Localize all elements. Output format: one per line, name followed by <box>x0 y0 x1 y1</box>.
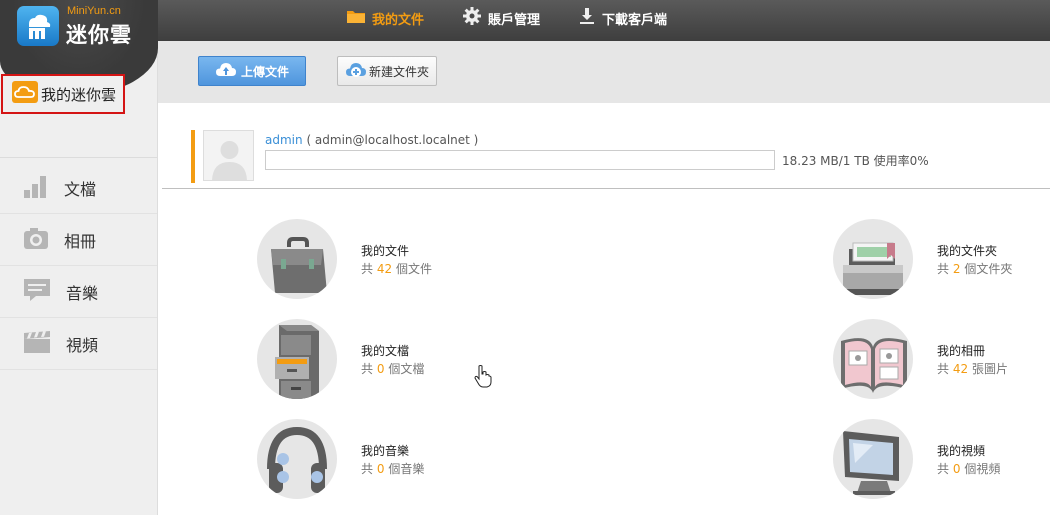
cloud-upload-icon <box>215 61 237 82</box>
sidebar-item-label: 視頻 <box>66 335 99 355</box>
nav-account[interactable]: 賬戶管理 <box>462 0 540 36</box>
logo-subtitle: MiniYun.cn <box>67 5 121 17</box>
user-accent-bar <box>191 130 195 183</box>
new-folder-button-label: 新建文件夾 <box>368 64 429 79</box>
nav-download-client[interactable]: 下載客戶端 <box>578 0 667 36</box>
storage-quota-bar <box>265 150 775 170</box>
sidebar-item-my-cloud[interactable]: 我的迷你雲 <box>1 74 125 114</box>
nav-label: 下載客戶端 <box>602 12 668 28</box>
upload-button[interactable]: 上傳文件 <box>198 56 306 86</box>
monitor-icon <box>833 419 913 499</box>
logo-title[interactable]: 迷你雲 <box>66 19 132 49</box>
sidebar-item-label: 音樂 <box>66 283 99 303</box>
sidebar-item-documents[interactable]: 文檔 <box>0 162 157 214</box>
avatar[interactable] <box>203 130 254 181</box>
upload-button-label: 上傳文件 <box>240 64 289 79</box>
clapperboard-icon <box>22 329 52 359</box>
sidebar-item-albums[interactable]: 相冊 <box>0 214 157 266</box>
cloud-icon <box>11 80 39 108</box>
folder-icon <box>346 8 366 28</box>
category-title: 我的相冊 <box>937 344 986 358</box>
sidebar-divider <box>0 157 157 158</box>
sidebar-item-videos[interactable]: 視頻 <box>0 318 157 370</box>
folder-tray-icon <box>833 219 913 299</box>
category-title: 我的視頻 <box>937 444 986 458</box>
nav-my-files[interactable]: 我的文件 <box>346 0 424 36</box>
category-count: 共 0 個文檔 <box>361 362 425 376</box>
category-title: 我的文檔 <box>361 344 410 358</box>
category-count: 共 2 個文件夾 <box>937 262 1013 276</box>
sidebar-item-music[interactable]: 音樂 <box>0 266 157 318</box>
user-name-link[interactable]: admin <box>265 133 303 147</box>
download-icon <box>578 7 596 29</box>
category-title: 我的音樂 <box>361 444 410 458</box>
storage-quota-text: 18.23 MB/1 TB 使用率0% <box>782 154 929 168</box>
toolbar: 上傳文件 新建文件夾 <box>158 41 1050 103</box>
headphones-icon <box>257 419 337 499</box>
bar-chart-icon <box>22 173 50 203</box>
user-silhouette-icon <box>204 131 253 180</box>
hand-cursor-icon <box>474 364 492 391</box>
user-info: admin ( admin@localhost.localnet ) <box>265 133 478 147</box>
logo-icon[interactable] <box>17 6 59 46</box>
category-count: 共 0 個視頻 <box>937 462 1001 476</box>
gear-icon <box>462 6 482 30</box>
category-count: 共 42 張圖片 <box>937 362 1008 376</box>
speech-bubble-icon <box>22 277 52 307</box>
nav-label: 賬戶管理 <box>488 12 541 28</box>
nav-label: 我的文件 <box>372 12 425 28</box>
briefcase-icon <box>257 219 337 299</box>
category-count: 共 42 個文件 <box>361 262 432 276</box>
file-cabinet-icon <box>257 319 337 399</box>
category-title: 我的文件夾 <box>937 244 998 258</box>
category-count: 共 0 個音樂 <box>361 462 425 476</box>
cloud-plus-icon <box>345 61 367 82</box>
sidebar-item-label: 文檔 <box>64 179 97 199</box>
sidebar-item-label: 我的迷你雲 <box>41 85 117 104</box>
sidebar-item-label: 相冊 <box>64 231 97 251</box>
camera-icon <box>22 225 50 255</box>
user-email: ( admin@localhost.localnet ) <box>306 133 479 147</box>
category-title: 我的文件 <box>361 244 410 258</box>
new-folder-button[interactable]: 新建文件夾 <box>337 56 437 86</box>
photo-album-icon <box>833 319 913 399</box>
content-divider <box>162 188 1050 189</box>
